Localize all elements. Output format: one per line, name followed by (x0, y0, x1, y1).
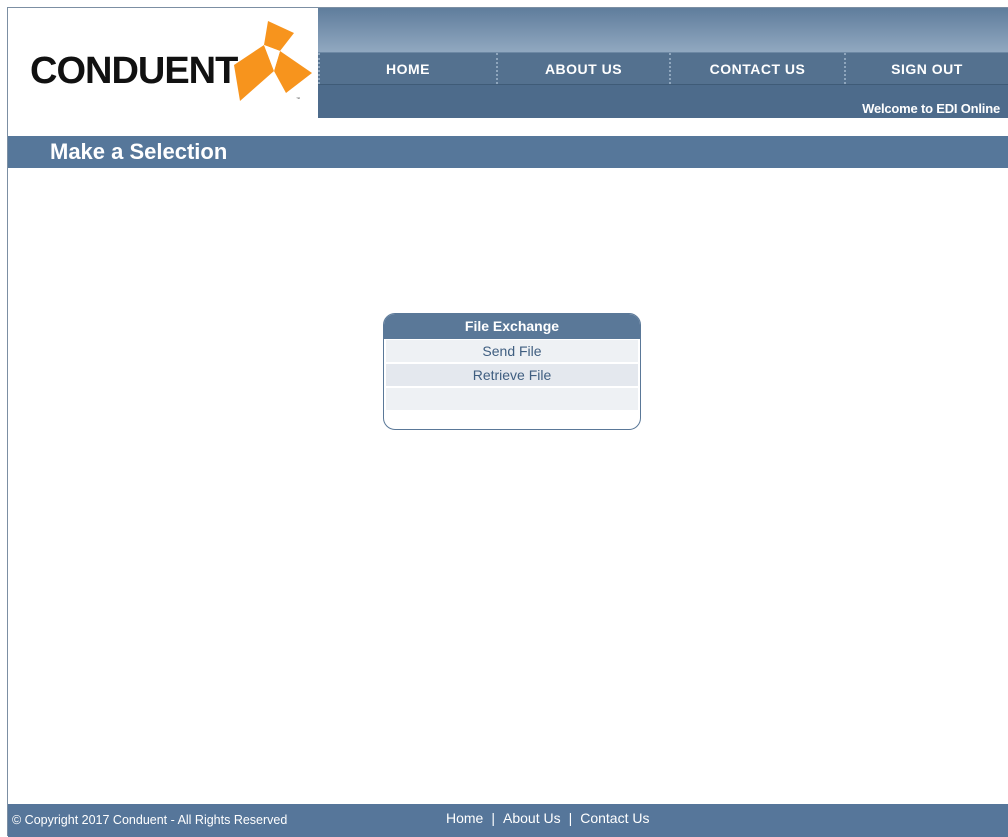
footer-links: Home | About Us | Contact Us (446, 810, 649, 826)
header: CONDUENT ™ HOME ABOUT US CONTACT US SIGN… (8, 8, 1008, 118)
footer-separator: | (491, 810, 495, 826)
empty-menu-row (386, 388, 638, 410)
title-bar: Make a Selection (8, 136, 1008, 168)
nav-sign-out[interactable]: SIGN OUT (844, 53, 1008, 84)
footer-separator: | (568, 810, 573, 826)
file-exchange-menu: File Exchange Send File Retrieve File (383, 313, 641, 430)
send-file-link[interactable]: Send File (386, 340, 638, 362)
nav-home[interactable]: HOME (318, 53, 496, 84)
page-frame: CONDUENT ™ HOME ABOUT US CONTACT US SIGN… (7, 7, 1008, 837)
trademark: ™ (296, 96, 300, 101)
page-title: Make a Selection (50, 139, 228, 164)
menu-heading: File Exchange (384, 314, 640, 339)
logo[interactable]: CONDUENT ™ (8, 8, 318, 118)
footer: © Copyright 2017 Conduent - All Rights R… (8, 804, 1008, 837)
main-nav: HOME ABOUT US CONTACT US SIGN OUT (318, 52, 1008, 85)
welcome-message: Welcome to EDI Online (862, 101, 1000, 116)
nav-about-us[interactable]: ABOUT US (496, 53, 669, 84)
logo-text: CONDUENT (30, 50, 238, 92)
copyright: © Copyright 2017 Conduent - All Rights R… (12, 813, 288, 827)
nav-contact-us[interactable]: CONTACT US (669, 53, 844, 84)
retrieve-file-link[interactable]: Retrieve File (386, 364, 638, 386)
footer-link-home[interactable]: Home (446, 810, 483, 826)
footer-link-about-us[interactable]: About Us (503, 810, 561, 826)
conduent-logo-icon (234, 21, 312, 101)
footer-link-contact-us[interactable]: Contact Us (580, 810, 649, 826)
nav-top-gradient (318, 8, 1008, 52)
